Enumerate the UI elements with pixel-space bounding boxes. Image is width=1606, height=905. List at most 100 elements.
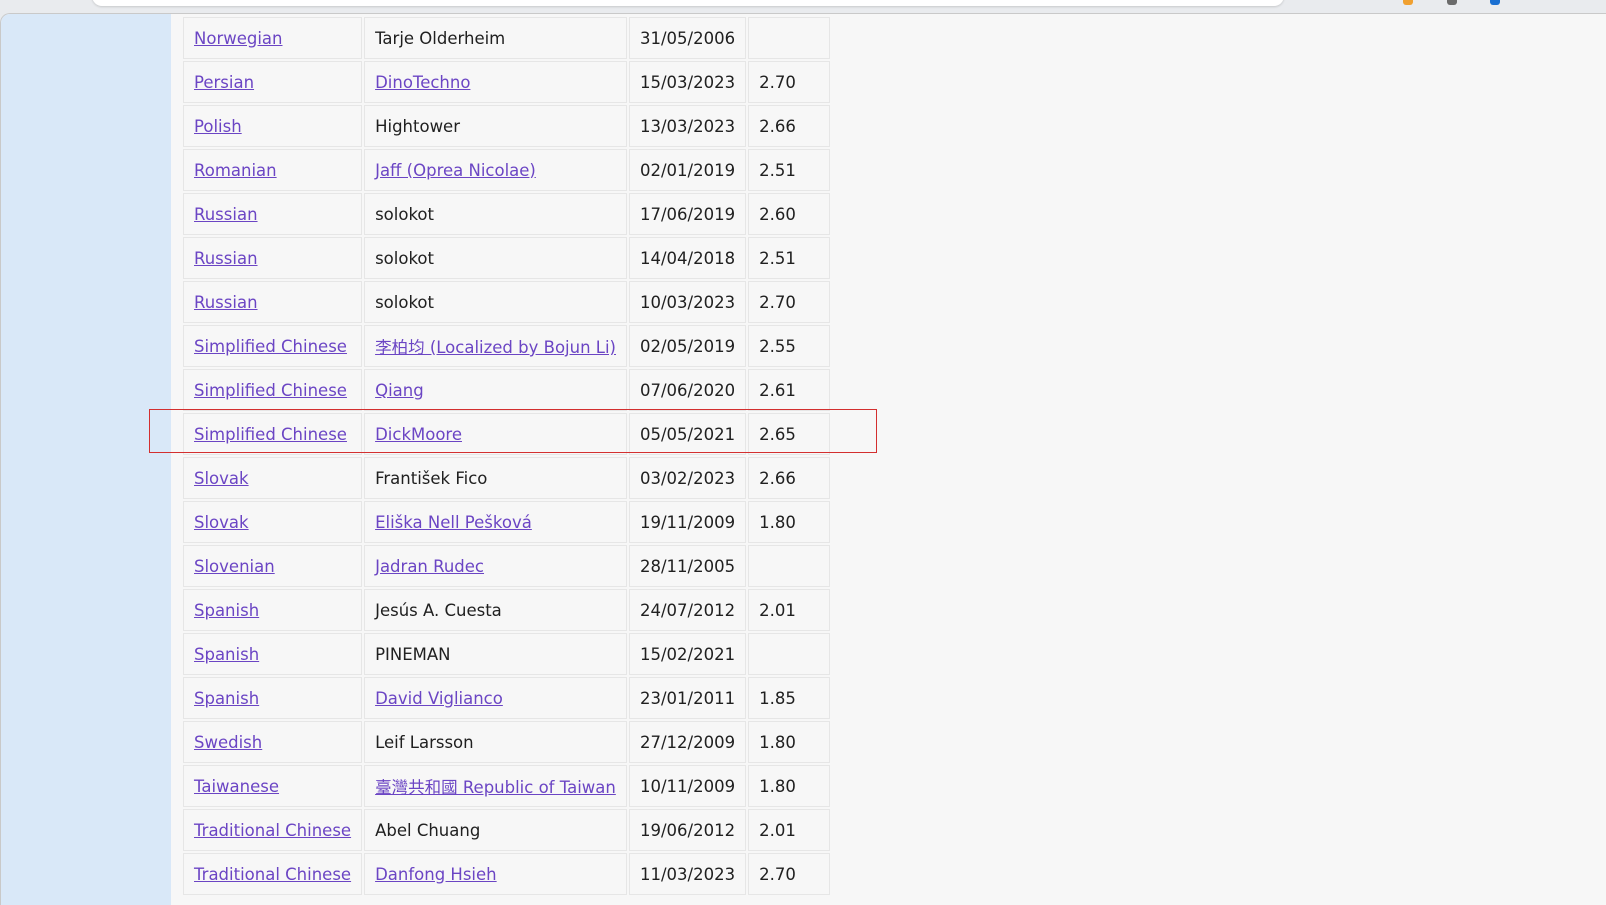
language-link[interactable]: Polish [194,117,242,136]
language-cell: Swedish [183,721,363,763]
extension-icon[interactable] [1403,0,1413,5]
table-row: Slovak Eliška Nell Pešková 19/11/2009 1.80 [183,501,831,543]
version: 2.70 [759,292,796,312]
version-cell [748,545,831,587]
date-cell: 03/02/2023 [629,457,747,499]
version-cell [748,633,831,675]
translator-link[interactable]: 臺灣共和國 Republic of Taiwan [375,778,616,797]
translator-link[interactable]: David Viglianco [375,689,503,708]
translator-link[interactable]: Qiang [375,381,424,400]
language-link[interactable]: Simplified Chinese [194,425,347,444]
language-link[interactable]: Russian [194,293,258,312]
translator-link[interactable]: 李柏均 (Localized by Bojun Li) [375,338,616,357]
date: 28/11/2005 [640,556,736,576]
version-cell: 2.01 [748,809,831,851]
translator-link[interactable]: DinoTechno [375,73,470,92]
table-row: Norwegian Tarje Olderheim 31/05/2006 [183,17,831,59]
translator-link[interactable]: Eliška Nell Pešková [375,513,532,532]
date: 19/06/2012 [640,820,736,840]
translator-link[interactable]: DickMoore [375,425,462,444]
table-row: Romanian Jaff (Oprea Nicolae) 02/01/2019 2.… [183,149,831,191]
date-cell: 15/02/2021 [629,633,747,675]
extension-icon[interactable] [1490,0,1500,5]
version-cell: 1.80 [748,721,831,763]
translator-cell: 李柏均 (Localized by Bojun Li) [364,325,627,367]
date: 27/12/2009 [640,732,736,752]
translator-cell: DickMoore [364,413,627,455]
browser-toolbar [0,0,1606,14]
address-bar[interactable] [92,0,1284,6]
language-link[interactable]: Traditional Chinese [194,865,351,884]
version: 1.80 [759,512,796,532]
language-link[interactable]: Slovak [194,513,249,532]
translator-cell: František Fico [364,457,627,499]
language-link[interactable]: Simplified Chinese [194,337,347,356]
version-cell: 2.70 [748,281,831,323]
language-link[interactable]: Russian [194,205,258,224]
language-cell: Persian [183,61,363,103]
translator-cell: Danfong Hsieh [364,853,627,895]
language-cell: Russian [183,237,363,279]
language-link[interactable]: Persian [194,73,254,92]
version-cell: 2.66 [748,105,831,147]
translator: solokot [375,204,434,224]
translator-cell: Hightower [364,105,627,147]
language-link[interactable]: Slovenian [194,557,275,576]
language-cell: Russian [183,193,363,235]
language-link[interactable]: Swedish [194,733,262,752]
translator-cell: Qiang [364,369,627,411]
version-cell: 2.61 [748,369,831,411]
translator-link[interactable]: Jaff (Oprea Nicolae) [375,161,536,180]
version-cell [748,17,831,59]
language-cell: Simplified Chinese [183,413,363,455]
date-cell: 15/03/2023 [629,61,747,103]
translator-cell: Eliška Nell Pešková [364,501,627,543]
language-link[interactable]: Slovak [194,469,249,488]
translator-cell: Leif Larsson [364,721,627,763]
table-row: Spanish PINEMAN 15/02/2021 [183,633,831,675]
language-link[interactable]: Simplified Chinese [194,381,347,400]
date: 15/03/2023 [640,72,736,92]
table-row: Slovenian Jadran Rudec 28/11/2005 [183,545,831,587]
language-cell: Slovak [183,457,363,499]
version: 2.01 [759,600,796,620]
version: 2.66 [759,468,796,488]
language-link[interactable]: Spanish [194,601,259,620]
translator: Abel Chuang [375,820,481,840]
translator-link[interactable]: Danfong Hsieh [375,865,497,884]
language-cell: Norwegian [183,17,363,59]
language-link[interactable]: Norwegian [194,29,283,48]
language-link[interactable]: Romanian [194,161,277,180]
language-cell: Russian [183,281,363,323]
translator-cell: 臺灣共和國 Republic of Taiwan [364,765,627,807]
language-link[interactable]: Spanish [194,645,259,664]
table-row: Swedish Leif Larsson 27/12/2009 1.80 [183,721,831,763]
date-cell: 23/01/2011 [629,677,747,719]
translator: PINEMAN [375,644,451,664]
language-cell: Spanish [183,633,363,675]
language-cell: Polish [183,105,363,147]
translator-cell: solokot [364,193,627,235]
language-cell: Romanian [183,149,363,191]
table-row: Traditional Chinese Abel Chuang 19/06/2012… [183,809,831,851]
version: 1.80 [759,776,796,796]
version-cell: 2.70 [748,853,831,895]
language-link[interactable]: Traditional Chinese [194,821,351,840]
version: 2.61 [759,380,796,400]
language-link[interactable]: Russian [194,249,258,268]
version-cell: 2.60 [748,193,831,235]
translator: František Fico [375,468,488,488]
translator-link[interactable]: Jadran Rudec [375,557,484,576]
version: 2.65 [759,424,796,444]
date: 03/02/2023 [640,468,736,488]
sidebar [1,14,171,905]
date-cell: 11/03/2023 [629,853,747,895]
language-link[interactable]: Taiwanese [194,777,279,796]
version-cell: 2.65 [748,413,831,455]
translator: Leif Larsson [375,732,474,752]
date-cell: 02/05/2019 [629,325,747,367]
extension-icon[interactable] [1447,0,1457,5]
language-cell: Spanish [183,589,363,631]
language-link[interactable]: Spanish [194,689,259,708]
table-row: Slovak František Fico 03/02/2023 2.66 [183,457,831,499]
